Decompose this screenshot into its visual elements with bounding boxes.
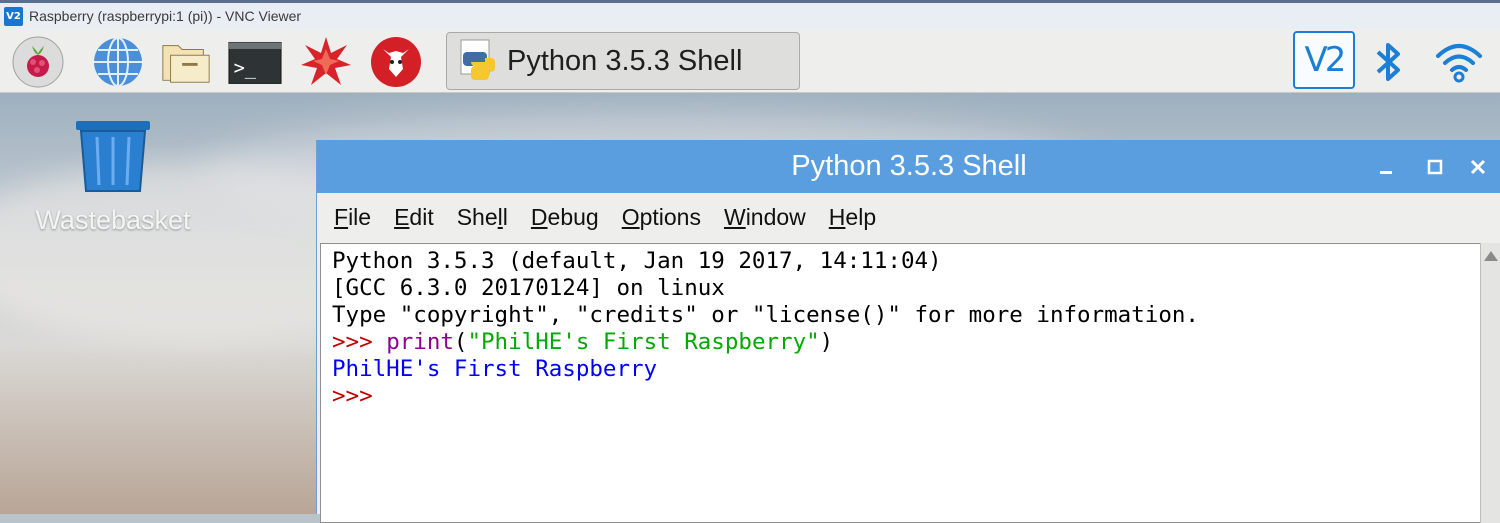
menu-debug[interactable]: Debug [531,204,599,231]
vnc-app-icon: V2 [4,6,23,26]
banner-line: Type "copyright", "credits" or "license(… [332,302,1199,328]
vnc-title-bar: V2 Raspberry (raspberrypi:1 (pi)) - VNC … [0,0,1500,29]
idle-shell-window: Python 3.5.3 Shell File Edit Shell Debug… [316,140,1500,523]
idle-menu-bar: File Edit Shell Debug Options Window Hel… [317,193,1500,241]
wastebasket-label: Wastebasket [35,205,191,235]
maximize-icon[interactable] [1415,140,1455,193]
wastebasket-desktop-item[interactable]: Wastebasket [28,119,198,236]
menu-options[interactable]: Options [622,204,701,231]
mathematica-icon[interactable] [299,35,353,89]
string-literal: "PhilHE's First Raspberry" [467,329,820,355]
vertical-scrollbar[interactable] [1480,243,1500,523]
menu-edit[interactable]: Edit [394,204,434,231]
python-icon [455,38,499,84]
web-browser-icon[interactable] [91,35,145,89]
svg-text:>_: >_ [234,58,257,79]
file-manager-icon[interactable] [159,35,213,89]
menu-shell[interactable]: Shell [457,204,508,231]
minimize-icon[interactable] [1366,140,1406,193]
banner-line: [GCC 6.3.0 20170124] on linux [332,275,725,301]
menu-help[interactable]: Help [829,204,876,231]
taskbar: >_ Python 3.5.3 Shell V2 [0,29,1500,93]
prompt: >>> [332,329,387,355]
vnc-window-title: Raspberry (raspberrypi:1 (pi)) - VNC Vie… [29,8,302,24]
raspberry-menu-icon[interactable] [11,35,65,89]
builtin-print: print [386,329,454,355]
output-line: PhilHE's First Raspberry [332,356,658,382]
vnc-icon[interactable]: V2 [1293,31,1355,89]
bluetooth-icon[interactable] [1364,35,1414,89]
command-line: >>> print("PhilHE's First Raspberry") [332,329,834,355]
idle-title-bar[interactable]: Python 3.5.3 Shell [317,140,1500,193]
menu-file[interactable]: File [334,204,371,231]
close-icon[interactable] [1458,140,1498,193]
wolfram-icon[interactable] [369,35,423,89]
prompt-line: >>> [332,383,373,409]
shell-text-area[interactable]: Python 3.5.3 (default, Jan 19 2017, 14:1… [320,243,1482,523]
task-button-label: Python 3.5.3 Shell [507,44,743,77]
wifi-icon[interactable] [1432,35,1486,89]
taskbar-python-shell-button[interactable]: Python 3.5.3 Shell [446,32,800,90]
idle-window-title: Python 3.5.3 Shell [791,150,1027,182]
scroll-up-arrow-icon[interactable] [1484,251,1498,261]
banner-line: Python 3.5.3 (default, Jan 19 2017, 14:1… [332,248,942,274]
menu-window[interactable]: Window [724,204,806,231]
wastebasket-icon [76,121,150,192]
terminal-icon[interactable]: >_ [228,35,282,89]
